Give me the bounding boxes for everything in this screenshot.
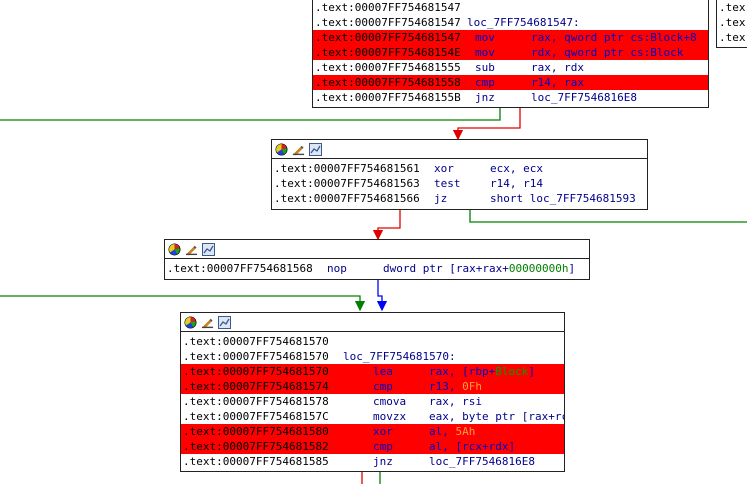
edge-b2-false [372,210,401,241]
graph-mode-icon[interactable] [202,242,215,256]
color-wheel-icon[interactable] [275,143,288,156]
code-line: .text:00007FF754681555 sub rax, rdx [315,61,584,74]
code-line-label: .text:00007FF754681570 loc_7FF754681570: [183,349,456,364]
ida-graph-view[interactable]: .tex .tex .tex .text:00007FF754681547 .t… [0,0,747,484]
jump-target-link[interactable]: loc_7FF7546816E8 [531,90,637,105]
edge-top-true [0,108,501,121]
edge-loop-back [0,295,366,312]
code-block-7ff754681568[interactable]: .text:00007FF754681568 nop dword ptr [rax+… [164,239,590,280]
code-line-highlighted: .text:00007FF754681558 cmp r14, rax [313,75,708,90]
code-line: .text:00007FF754681570 [183,335,329,348]
code-line: .tex [719,1,746,14]
code-line: .text:00007FF754681566 jz short loc_7FF754… [274,191,636,206]
jump-target-link[interactable]: loc_7FF7546816E8 [429,454,535,469]
edge-b3-fallthrough [376,280,388,312]
code-line: .text:00007FF754681568 nop dword ptr [rax+… [167,262,576,275]
code-line: .tex [719,31,746,44]
code-line-label: .text:00007FF754681547 loc_7FF754681547: [315,15,580,30]
code-line: .text:00007FF754681578 cmova rax, rsi [183,395,482,408]
code-line-highlighted: .text:00007FF754681582 cmp al, [rcx+rdx] [181,439,564,454]
code-line-highlighted: .text:00007FF75468154E mov rdx, qword ptr … [313,45,708,60]
edit-pencil-icon[interactable] [185,243,198,256]
code-line-highlighted: .text:00007FF754681547 mov rax, qword ptr … [313,30,708,45]
edit-pencil-icon[interactable] [292,143,305,156]
code-line-highlighted: .text:00007FF754681580 xor al, 5Ah [181,424,564,439]
code-line: .text:00007FF754681563 test r14, r14 [274,177,543,190]
code-line: .text:00007FF75468157C movzx eax, byte ptr… [183,410,564,423]
block-header [181,313,564,332]
code-label[interactable]: loc_7FF754681570: [343,349,456,364]
code-line-highlighted: .text:00007FF754681570 lea rax, [rbp+Block… [181,364,564,379]
edge-b2-true [469,210,747,223]
code-block-loc-7ff754681547[interactable]: .text:00007FF754681547 .text:00007FF7546… [312,0,709,108]
edge-top-false [452,108,521,141]
color-wheel-icon[interactable] [184,316,197,329]
code-block-7ff754681561[interactable]: .text:00007FF754681561 xor ecx, ecx .text:… [271,139,648,210]
code-block-loc-7ff754681570[interactable]: .text:00007FF754681570 .text:00007FF7546… [180,312,565,472]
code-label[interactable]: loc_7FF754681547: [467,15,580,30]
graph-mode-icon[interactable] [218,315,231,329]
code-line-highlighted: .text:00007FF754681574 cmp r13, 0Fh [181,379,564,394]
code-block-right-partial[interactable]: .tex .tex .tex [716,0,747,48]
graph-mode-icon[interactable] [309,142,322,156]
code-line: .tex [719,16,746,29]
code-line: .text:00007FF754681561 xor ecx, ecx [274,162,543,175]
code-line: .text:00007FF75468155B jnz loc_7FF7546816E… [315,90,637,105]
block-header [272,140,647,159]
code-line: .text:00007FF754681585 jnz loc_7FF7546816E… [183,454,535,469]
edit-pencil-icon[interactable] [201,316,214,329]
jump-target-link[interactable]: short loc_7FF754681593 [490,191,636,206]
block-header [165,240,589,259]
code-line: .text:00007FF754681547 [315,1,461,14]
color-wheel-icon[interactable] [168,243,181,256]
